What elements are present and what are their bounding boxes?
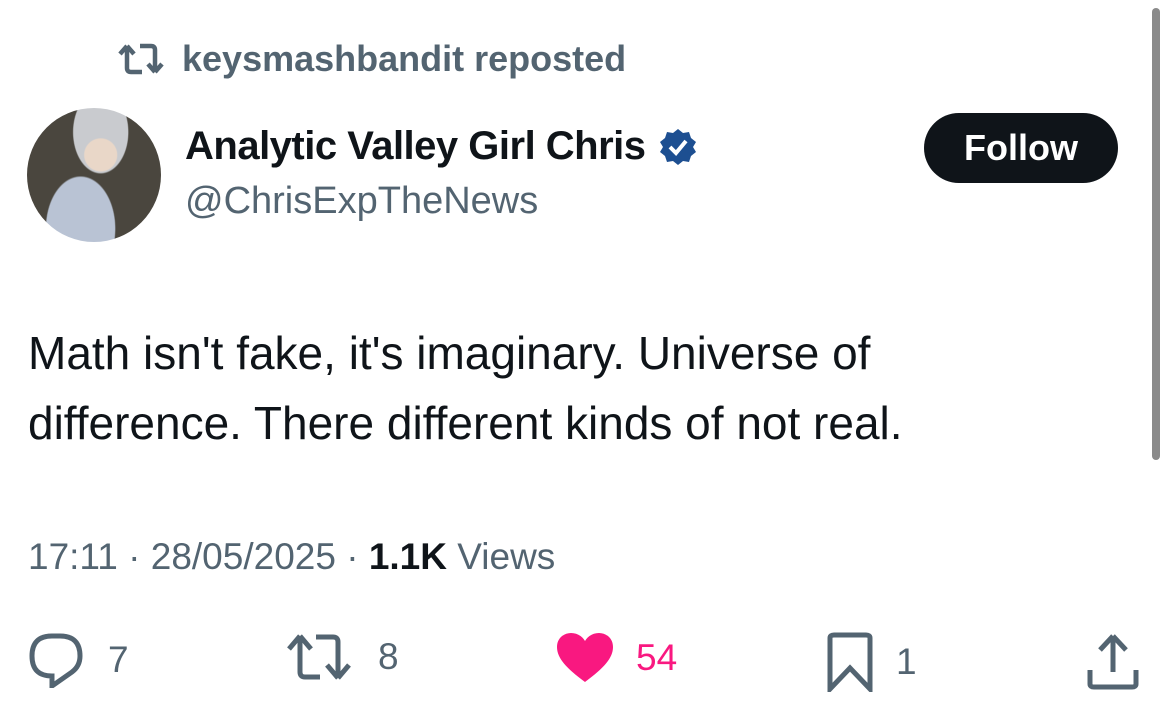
separator: · — [117, 536, 151, 577]
repost-count: 8 — [378, 636, 399, 677]
verified-badge-icon — [659, 128, 696, 165]
repost-indicator[interactable]: keysmashbandit reposted — [118, 38, 626, 80]
like-button[interactable]: 54 — [556, 632, 677, 684]
share-button[interactable] — [1086, 632, 1140, 690]
repost-icon — [118, 43, 164, 75]
share-icon — [1087, 634, 1139, 690]
scrollbar[interactable] — [1152, 8, 1160, 460]
tweet-text: Math isn't fake, it's imaginary. Univers… — [28, 318, 1128, 458]
timestamp-time[interactable]: 17:11 — [28, 536, 118, 577]
bookmark-button[interactable]: 1 — [826, 632, 917, 692]
repost-text: keysmashbandit reposted — [182, 38, 627, 79]
follow-button[interactable]: Follow — [924, 113, 1118, 183]
repost-button[interactable]: 8 — [286, 632, 399, 682]
author-name[interactable]: Analytic Valley Girl Chris — [185, 124, 698, 169]
tweet-line: difference. There different kinds of not… — [28, 397, 903, 449]
bookmark-icon — [827, 632, 873, 692]
views-label: Views — [446, 536, 556, 577]
timestamp-date[interactable]: 28/05/2025 — [151, 536, 336, 577]
reply-icon — [29, 633, 83, 688]
like-count: 54 — [636, 637, 678, 678]
avatar[interactable] — [27, 108, 161, 242]
reply-button[interactable]: 7 — [28, 632, 129, 688]
views-count: 1.1K — [368, 536, 447, 577]
author-name-text: Analytic Valley Girl Chris — [185, 124, 646, 168]
reply-count: 7 — [108, 639, 129, 680]
heart-icon — [557, 633, 613, 682]
tweet-meta: 17:11 · 28/05/2025 · 1.1K Views — [28, 536, 555, 578]
repost-icon — [287, 634, 351, 680]
tweet-line: Math isn't fake, it's imaginary. Univers… — [28, 327, 871, 379]
author-handle[interactable]: @ChrisExpTheNews — [185, 180, 538, 223]
separator: · — [335, 536, 369, 577]
bookmark-count: 1 — [896, 641, 917, 682]
